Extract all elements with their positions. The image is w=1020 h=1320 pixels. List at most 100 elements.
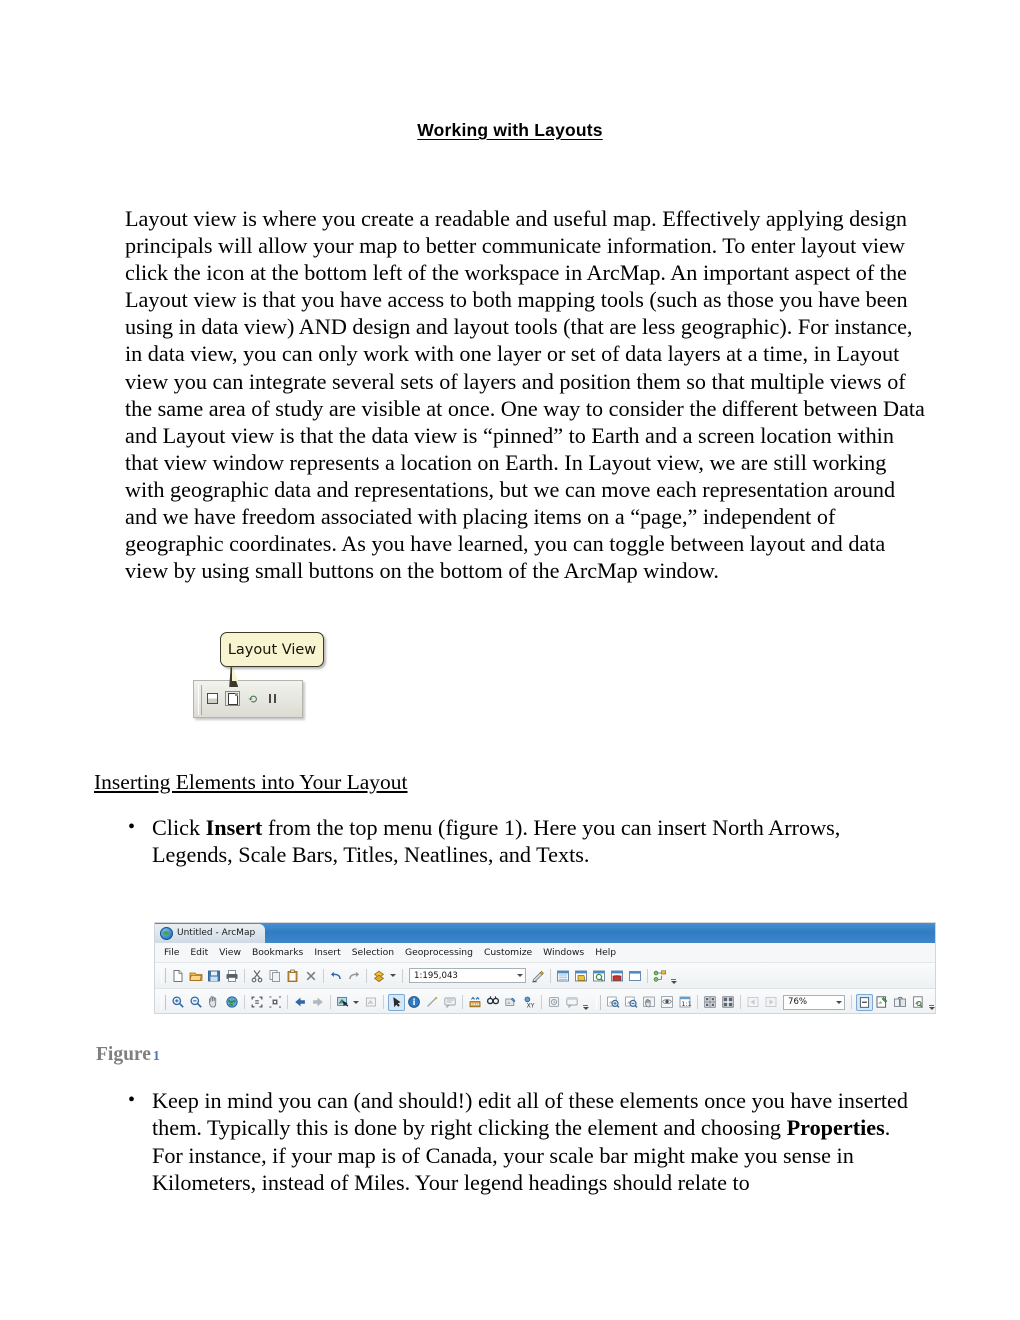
menu-item-help[interactable]: Help	[595, 947, 616, 958]
fixed-zoom-in-icon[interactable]	[249, 994, 266, 1011]
arcmap-window-title: Untitled - ArcMap	[177, 928, 256, 938]
toolbar-overflow-button[interactable]	[928, 994, 935, 1010]
arcmap-title-tab: Untitled - ArcMap	[155, 923, 266, 943]
go-to-xy-icon[interactable]	[503, 994, 520, 1011]
toolbar-separator	[244, 995, 245, 1009]
menu-item-geoprocessing[interactable]: Geoprocessing	[405, 947, 473, 958]
toolbar-grip[interactable]	[161, 968, 166, 983]
html-popup-icon[interactable]	[442, 994, 459, 1011]
menu-item-view[interactable]: View	[219, 947, 241, 958]
copy-icon[interactable]	[267, 967, 284, 984]
standard-toolbar: 1:195,043	[155, 963, 935, 989]
layout-view-figure: ⟲ Layout View	[193, 632, 343, 732]
find-icon[interactable]	[485, 994, 502, 1011]
svg-text:XY: XY	[527, 1002, 535, 1009]
body-paragraph: Layout view is where you create a readab…	[125, 206, 925, 584]
layout-view-button[interactable]	[225, 691, 240, 706]
select-elements-icon[interactable]	[387, 993, 405, 1011]
arcmap-menu-bar: File Edit View Bookmarks Insert Selectio…	[155, 943, 935, 963]
layout-zoom-combo[interactable]: 76%	[783, 994, 845, 1010]
menu-item-edit[interactable]: Edit	[190, 947, 208, 958]
fixed-zoom-out-icon[interactable]	[267, 994, 284, 1011]
add-data-dropdown-icon[interactable]	[390, 974, 396, 977]
paste-icon[interactable]	[285, 967, 302, 984]
zoom-100-percent-icon[interactable]: 1:1	[677, 994, 694, 1011]
zoom-to-last-extent-back-icon[interactable]	[745, 994, 762, 1011]
toolbar-grip[interactable]	[596, 994, 601, 1010]
new-map-icon[interactable]	[170, 967, 187, 984]
delete-icon[interactable]	[303, 967, 320, 984]
toolbar-grip	[198, 685, 202, 715]
print-map-icon[interactable]	[224, 967, 241, 984]
map-scale-value: 1:195,043	[414, 970, 458, 981]
zoom-to-last-extent-forward-icon[interactable]	[763, 994, 780, 1011]
open-map-icon[interactable]	[188, 967, 205, 984]
add-data-icon[interactable]	[371, 967, 388, 984]
refresh-icon: ⟲	[247, 691, 258, 706]
zoom-in-page-icon[interactable]	[605, 994, 622, 1011]
map-scale-combo[interactable]: 1:195,043	[409, 968, 526, 983]
clear-selected-features-icon[interactable]	[363, 994, 380, 1011]
toolbar-separator	[550, 968, 551, 983]
fixed-zoom-out-page-icon[interactable]	[720, 994, 737, 1011]
zoom-out-page-icon[interactable]	[623, 994, 640, 1011]
zoom-out-icon[interactable]	[188, 994, 205, 1011]
fixed-zoom-in-page-icon[interactable]	[702, 994, 719, 1011]
figure-caption-number: 1	[152, 1049, 160, 1064]
menu-item-bookmarks[interactable]: Bookmarks	[252, 947, 303, 958]
menu-item-file[interactable]: File	[164, 947, 179, 958]
bullet-marker: •	[128, 816, 136, 838]
menu-item-customize[interactable]: Customize	[484, 947, 532, 958]
find-route-icon[interactable]	[467, 994, 484, 1011]
list-item: • Click Insert from the top menu (figure…	[125, 814, 915, 869]
xy-label-icon[interactable]: XY	[521, 994, 538, 1011]
table-of-contents-icon[interactable]	[555, 967, 572, 984]
toolbar-overflow-button[interactable]	[582, 994, 589, 1010]
catalog-window-icon[interactable]	[573, 967, 590, 984]
full-extent-icon[interactable]	[224, 994, 241, 1011]
toolbar-grip[interactable]	[161, 994, 166, 1010]
menu-item-insert[interactable]: Insert	[314, 947, 340, 958]
data-driven-pages-icon[interactable]	[910, 994, 927, 1011]
figure-caption-label: Figure	[96, 1044, 151, 1065]
measure-icon[interactable]	[424, 994, 441, 1011]
search-window-icon[interactable]	[591, 967, 608, 984]
pause-drawing-button[interactable]	[265, 691, 280, 706]
go-back-extent-icon[interactable]	[292, 994, 309, 1011]
data-view-button[interactable]	[205, 691, 220, 706]
toolbar-separator	[740, 995, 741, 1009]
chevron-down-icon[interactable]	[836, 1000, 842, 1004]
tooltip-label: Layout View	[227, 641, 317, 658]
editor-toolbar-icon[interactable]	[530, 967, 547, 984]
select-features-icon[interactable]	[335, 994, 352, 1011]
redo-icon[interactable]	[346, 967, 363, 984]
menu-item-windows[interactable]: Windows	[543, 947, 584, 958]
page-title: Working with Layouts	[417, 120, 603, 140]
view-toggle-toolbar: ⟲	[193, 680, 303, 718]
layout-view-icon	[227, 692, 238, 705]
menu-item-selection[interactable]: Selection	[352, 947, 394, 958]
pan-icon[interactable]	[206, 994, 223, 1011]
select-features-dropdown-icon[interactable]	[353, 1000, 359, 1004]
toggle-draft-mode-icon[interactable]	[855, 993, 873, 1011]
zoom-whole-page-icon[interactable]	[659, 994, 676, 1011]
create-viewer-window-icon[interactable]	[564, 994, 581, 1011]
arctoolbox-icon[interactable]	[609, 967, 626, 984]
refresh-view-button[interactable]: ⟲	[245, 691, 260, 706]
pan-page-icon[interactable]	[641, 994, 658, 1011]
svg-text:1:1: 1:1	[681, 1000, 691, 1008]
toolbar-separator	[851, 995, 852, 1009]
toolbar-overflow-button[interactable]	[670, 968, 677, 984]
model-builder-icon[interactable]	[652, 967, 669, 984]
change-layout-icon[interactable]	[892, 994, 909, 1011]
zoom-in-icon[interactable]	[170, 994, 187, 1011]
save-map-icon[interactable]	[206, 967, 223, 984]
undo-icon[interactable]	[328, 967, 345, 984]
python-window-icon[interactable]	[627, 967, 644, 984]
identify-icon[interactable]	[406, 994, 423, 1011]
time-slider-icon[interactable]	[546, 994, 563, 1011]
cut-icon[interactable]	[249, 967, 266, 984]
chevron-down-icon[interactable]	[517, 974, 523, 977]
focus-data-frame-icon[interactable]	[874, 994, 891, 1011]
go-forward-extent-icon[interactable]	[310, 994, 327, 1011]
